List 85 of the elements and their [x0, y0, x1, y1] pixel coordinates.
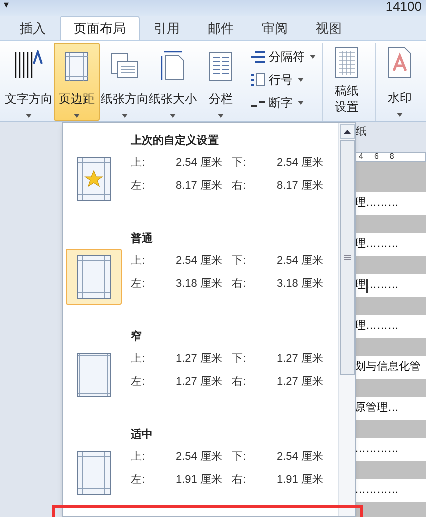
document-text: 原管理…: [355, 401, 399, 416]
margin-label: 右:: [232, 179, 248, 194]
watermark-page-icon: [388, 47, 412, 79]
page-margins-icon: [77, 255, 111, 299]
grip-icon: [344, 255, 350, 260]
page-star-icon: [77, 157, 111, 201]
menu-item-title: 普通: [131, 231, 154, 247]
document-text: …………: [355, 483, 399, 498]
margin-value: 8.17 厘米: [277, 179, 324, 194]
margin-value: 2.54 厘米: [277, 450, 324, 465]
menu-item-title: 上次的自定义设置: [131, 134, 220, 149]
document-text: 理………: [355, 196, 399, 212]
margin-label: 右:: [232, 375, 248, 390]
ribbon-button[interactable]: 水印: [382, 43, 418, 117]
document-text: 理………: [355, 237, 399, 252]
ribbon-button[interactable]: 行号: [250, 70, 320, 89]
document-text: …………: [355, 442, 399, 458]
ribbon-tab[interactable]: 页面布局: [60, 16, 140, 40]
ribbon-button[interactable]: 页边距: [54, 43, 100, 121]
window-title: 14100: [386, 0, 422, 14]
menu-item[interactable]: 普通 上: 2.54 厘米 下: 2.54 厘米 左: 3.18 厘米 右: 3.18 厘米: [63, 221, 338, 319]
quick-access-arrow[interactable]: ▾: [4, 0, 9, 12]
menu-item-title: 窄: [131, 330, 143, 345]
line-numbers-icon: [250, 72, 266, 86]
ribbon-button[interactable]: 文字方向: [6, 43, 52, 121]
margin-value: 2.54 厘米: [277, 254, 324, 269]
margin-value: 1.27 厘米: [277, 352, 324, 367]
scroll-thumb[interactable]: [340, 140, 354, 375]
margin-value: 2.54 厘米: [277, 156, 324, 171]
document-text: 理………: [355, 319, 399, 334]
margin-value: 2.54 厘米: [176, 450, 224, 465]
up-arrow-icon: [344, 130, 350, 134]
margin-label: 上:: [131, 352, 146, 367]
margin-label: 上:: [131, 450, 146, 465]
menu-item[interactable]: 窄 上: 1.27 厘米 下: 1.27 厘米 左: 1.27 厘米 右: 1.27 厘米: [63, 319, 338, 417]
margin-label: 左:: [131, 375, 146, 390]
margin-label: 左:: [131, 277, 146, 292]
menu-item-title: 适中: [131, 428, 154, 443]
scroll-up-button[interactable]: [340, 124, 354, 139]
margins-icon: [65, 52, 89, 82]
ribbon-button[interactable]: 纸张大小: [150, 43, 196, 121]
page-size-icon: [160, 50, 186, 82]
ruler-number: 8: [390, 153, 394, 161]
menu-item[interactable]: 上次的自定义设置 上: 2.54 厘米 下: 2.54 厘米 左: 8.17 厘米 右: 8.17 厘米: [63, 123, 338, 221]
margin-value: 8.17 厘米: [176, 179, 224, 194]
margin-label: 上:: [131, 156, 146, 171]
scrollbar[interactable]: [338, 123, 355, 516]
ribbon-tab[interactable]: 审阅: [248, 18, 302, 40]
margin-value: 2.54 厘米: [176, 156, 224, 171]
margin-label: 上:: [131, 254, 146, 269]
margin-value: 3.18 厘米: [277, 277, 324, 292]
margin-label: 下:: [232, 254, 248, 269]
group-label: 纸: [356, 125, 367, 140]
document-text: 划与信息化管: [355, 360, 421, 376]
manuscript-grid-icon: [335, 47, 359, 79]
columns-icon: [209, 52, 233, 82]
ribbon-tab[interactable]: 视图: [302, 18, 356, 40]
ribbon-button[interactable]: 分隔符: [250, 47, 320, 66]
ribbon-tab[interactable]: 邮件: [194, 18, 248, 40]
margin-label: 左:: [131, 179, 146, 194]
ribbon-button[interactable]: 稿纸 设置: [327, 43, 367, 115]
margin-value: 1.91 厘米: [176, 473, 224, 488]
margin-value: 1.27 厘米: [176, 352, 224, 367]
page-break-icon: [250, 50, 266, 64]
margin-value: 3.18 厘米: [176, 277, 224, 292]
margin-value: 1.91 厘米: [277, 473, 324, 488]
page-margins-icon: [77, 451, 111, 495]
page-margins-icon: [77, 353, 111, 397]
ribbon-tab[interactable]: 插入: [6, 18, 60, 40]
ruler-number: 4: [359, 153, 364, 161]
menu-item[interactable]: 适中 上: 2.54 厘米 下: 2.54 厘米 左: 1.91 厘米 右: 1.91 厘米: [63, 417, 338, 515]
margin-label: 下:: [232, 450, 248, 465]
margin-value: 2.54 厘米: [176, 254, 224, 269]
margin-label: 右:: [232, 473, 248, 488]
ribbon-button[interactable]: 分栏: [198, 43, 244, 121]
margin-value: 1.27 厘米: [176, 375, 224, 390]
ribbon-tab[interactable]: 引用: [140, 18, 194, 40]
margin-label: 下:: [232, 352, 248, 367]
margin-value: 1.27 厘米: [277, 375, 324, 390]
ribbon-button[interactable]: 纸张方向: [102, 43, 148, 121]
margin-label: 右:: [232, 277, 248, 292]
margin-label: 下:: [232, 156, 248, 171]
ruler-number: 6: [374, 153, 379, 161]
margin-label: 左:: [131, 473, 146, 488]
ribbon-button[interactable]: 断字: [250, 93, 320, 112]
